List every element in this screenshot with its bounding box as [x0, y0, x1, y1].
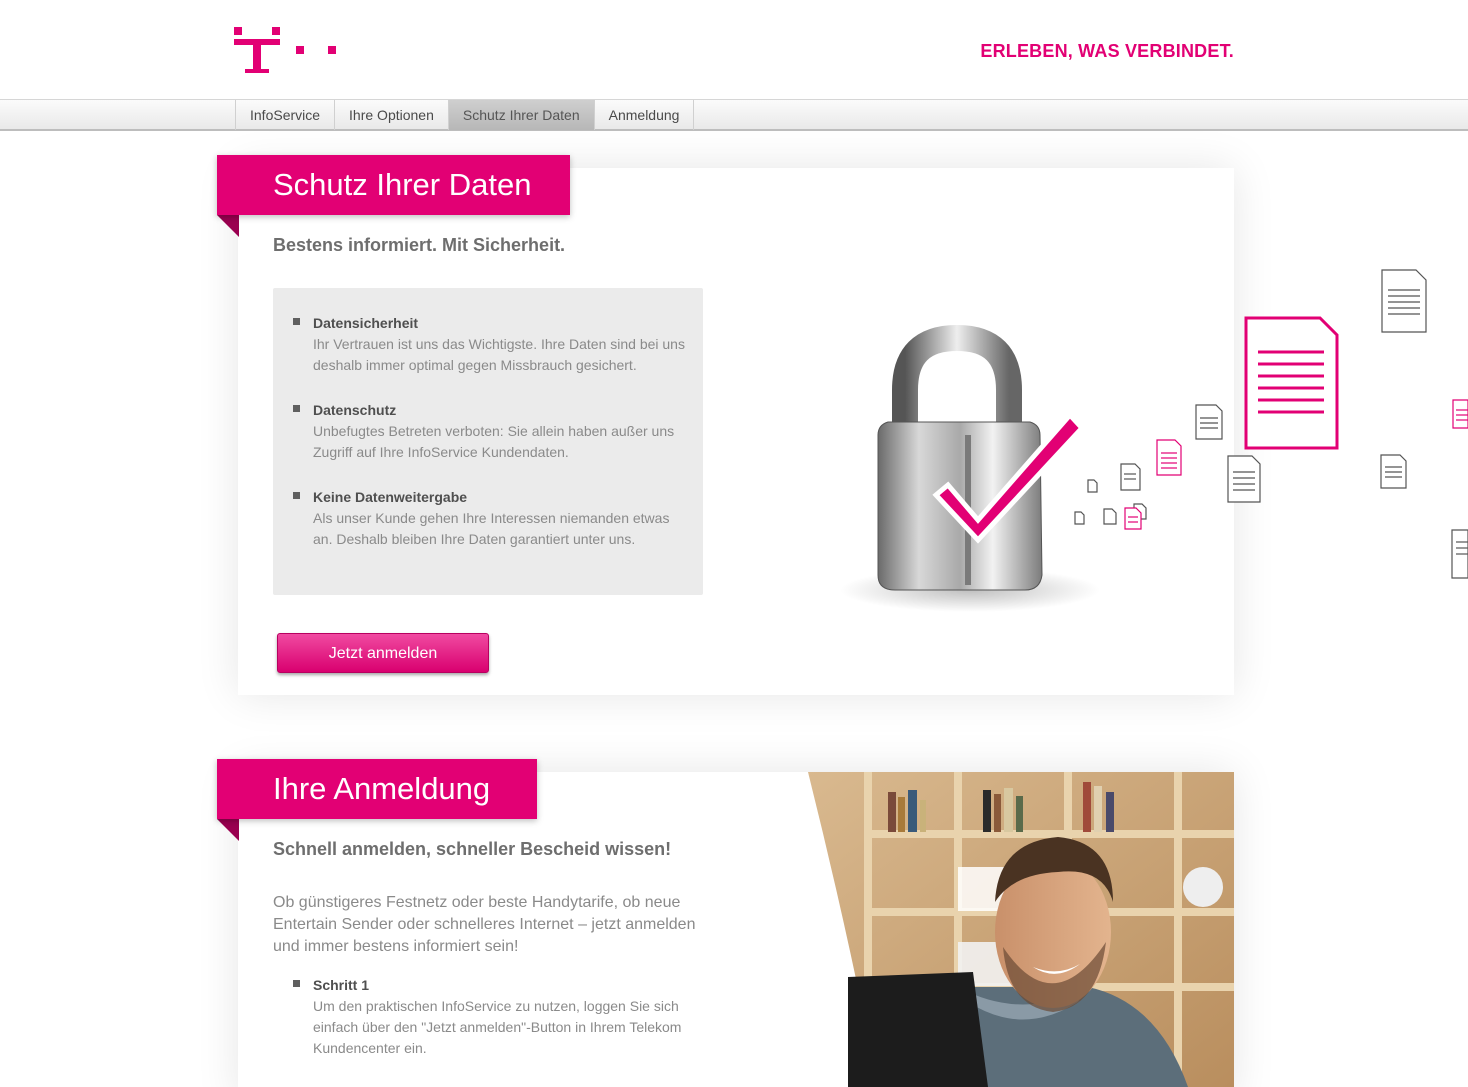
bullet-icon	[293, 318, 300, 325]
tab-ihre-optionen[interactable]: Ihre Optionen	[334, 100, 448, 130]
item-text: Unbefugtes Betreten verboten: Sie allein…	[313, 423, 675, 460]
list-item: Datensicherheit Ihr Vertrauen ist uns da…	[293, 313, 688, 376]
item-text: Als unser Kunde gehen Ihre Interessen ni…	[313, 510, 670, 547]
jetzt-anmelden-button[interactable]: Jetzt anmelden	[277, 633, 489, 673]
privacy-info-box: Datensicherheit Ihr Vertrauen ist uns da…	[273, 288, 703, 595]
navigation-bar: InfoService Ihre Optionen Schutz Ihrer D…	[0, 99, 1468, 131]
section-title-signup: Ihre Anmeldung	[217, 759, 537, 819]
item-title: Datensicherheit	[313, 315, 419, 331]
document-icons	[1074, 269, 1468, 579]
item-title: Datenschutz	[313, 402, 397, 418]
padlock-checkmark-icon	[840, 269, 1468, 612]
customer-photo	[808, 772, 1234, 1087]
banner-fold	[217, 215, 239, 237]
tagline: ERLEBEN, WAS VERBINDET.	[980, 41, 1234, 61]
item-text: Ihr Vertrauen ist uns das Wichtigste. Ih…	[313, 336, 685, 373]
privacy-subtitle: Bestens informiert. Mit Sicherheit.	[273, 235, 566, 255]
bullet-icon	[293, 405, 300, 412]
signup-subtitle: Schnell anmelden, schneller Bescheid wis…	[273, 839, 672, 859]
section-title-privacy: Schutz Ihrer Daten	[217, 155, 570, 215]
step-text: Um den praktischen InfoService zu nutzen…	[313, 998, 682, 1056]
bullet-icon	[293, 492, 300, 499]
tab-anmeldung[interactable]: Anmeldung	[593, 100, 695, 130]
item-title: Keine Datenweitergabe	[313, 489, 468, 505]
header: ERLEBEN, WAS VERBINDET.	[0, 0, 1468, 100]
main-nav: InfoService Ihre Optionen Schutz Ihrer D…	[235, 100, 695, 130]
step-title: Schritt 1	[313, 977, 370, 993]
tab-infoservice[interactable]: InfoService	[235, 100, 334, 130]
list-item: Schritt 1 Um den praktischen InfoService…	[293, 975, 703, 1059]
list-item: Datenschutz Unbefugtes Betreten verboten…	[293, 400, 688, 463]
signup-intro: Ob günstigeres Festnetz oder beste Handy…	[273, 894, 696, 955]
telekom-logo[interactable]	[234, 25, 344, 75]
list-item: Keine Datenweitergabe Als unser Kunde ge…	[293, 487, 688, 550]
tab-schutz-ihrer-daten[interactable]: Schutz Ihrer Daten	[447, 100, 594, 130]
bullet-icon	[293, 980, 300, 987]
banner-fold	[217, 819, 239, 841]
